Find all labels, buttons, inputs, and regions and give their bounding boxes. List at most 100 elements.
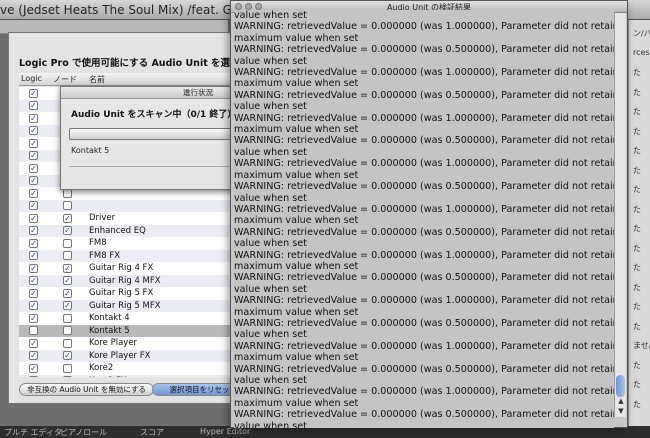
logic-checkbox[interactable]: ✓	[29, 301, 38, 310]
node-checkbox[interactable]	[63, 338, 72, 348]
log-line: WARNING: retrievedValue = 0.000000 (was …	[234, 135, 614, 147]
node-checkbox[interactable]: ✓	[63, 376, 72, 377]
log-line: WARNING: retrievedValue = 0.000000 (was …	[234, 386, 614, 398]
node-checkbox[interactable]: ✓	[63, 288, 72, 298]
log-line: WARNING: retrievedValue = 0.000000 (was …	[234, 21, 614, 33]
logic-checkbox[interactable]	[29, 326, 38, 335]
panel-fragment-label: た	[633, 243, 641, 253]
validation-log[interactable]: value when set WARNING: retrievedValue = …	[234, 10, 614, 428]
panel-fragment-label: た	[633, 302, 641, 311]
node-checkbox[interactable]	[63, 363, 72, 373]
log-line: value when set	[234, 146, 307, 158]
table-row[interactable]: ✓	[19, 199, 259, 212]
bottom-tab[interactable]: プルチ エディタ	[4, 427, 62, 438]
panel-fragment-label: た	[633, 107, 641, 116]
logic-checkbox[interactable]: ✓	[29, 88, 38, 98]
disable-incompatible-button[interactable]: 非互換の Audio Unit を無効にする	[19, 383, 154, 396]
panel-fragment-label: た	[633, 282, 641, 292]
node-checkbox[interactable]: ✓	[63, 301, 72, 310]
logic-checkbox[interactable]: ✓	[29, 288, 38, 298]
log-line: value when set	[234, 192, 307, 204]
logic-checkbox[interactable]: ✓	[29, 376, 38, 377]
table-row[interactable]: ✓ Kore Player	[19, 337, 259, 350]
node-checkbox[interactable]	[63, 251, 72, 260]
panel-fragment-label: ませ/	[633, 341, 650, 350]
table-row[interactable]: Kontakt 5	[19, 324, 259, 337]
node-checkbox[interactable]: ✓	[63, 226, 72, 235]
table-row[interactable]: ✓ ✓ Guitar Rig 5 FX	[19, 287, 259, 300]
column-name[interactable]: 名前	[89, 74, 105, 85]
logic-checkbox[interactable]: ✓	[29, 263, 38, 273]
bottom-tab[interactable]: スコア	[140, 427, 164, 438]
column-node[interactable]: ノード	[53, 74, 77, 85]
log-line: value when set	[234, 238, 307, 250]
table-row[interactable]: ✓ ✓ Guitar Rig 4 MFX	[19, 274, 259, 287]
node-checkbox[interactable]: ✓	[63, 351, 72, 360]
table-row[interactable]: ✓ ✓ Guitar Rig 5 MFX	[19, 299, 259, 312]
scroll-up-arrow-icon[interactable]: ▲	[616, 397, 626, 407]
log-line: WARNING: retrievedValue = 0.000000 (was …	[234, 249, 614, 261]
log-line: value when set	[234, 420, 307, 428]
logic-checkbox[interactable]: ✓	[29, 163, 38, 173]
scroll-down-arrow-icon[interactable]: ▼	[616, 407, 626, 417]
logic-checkbox[interactable]: ✓	[29, 151, 38, 160]
log-line: WARNING: retrievedValue = 0.000000 (was …	[234, 181, 614, 193]
logic-checkbox[interactable]: ✓	[29, 276, 38, 285]
logic-checkbox[interactable]: ✓	[29, 101, 38, 110]
bottom-tab[interactable]: Hyper Editor	[200, 427, 250, 436]
log-line: WARNING: retrievedValue = 0.000000 (was …	[234, 272, 614, 284]
table-row[interactable]: ✓ ✓ Guitar Rig 4 FX	[19, 262, 259, 275]
logic-checkbox[interactable]: ✓	[29, 351, 38, 360]
logic-checkbox[interactable]: ✓	[29, 188, 38, 198]
logic-checkbox[interactable]: ✓	[29, 251, 38, 260]
logic-checkbox[interactable]: ✓	[29, 213, 38, 223]
table-row[interactable]: ✓ Kontakt 4	[19, 312, 259, 325]
logic-checkbox[interactable]: ✓	[29, 138, 38, 148]
logic-checkbox[interactable]: ✓	[29, 113, 38, 123]
panel-fragment-label: た	[633, 146, 641, 155]
panel-fragment-label: た	[633, 263, 641, 272]
table-row[interactable]: ✓ ✓ Driver	[19, 212, 259, 225]
log-line: maximum value when set	[234, 78, 359, 90]
logic-checkbox[interactable]: ✓	[29, 238, 38, 248]
node-checkbox[interactable]: ✓	[63, 213, 72, 223]
node-checkbox[interactable]: ✓	[63, 263, 72, 273]
logic-checkbox[interactable]: ✓	[29, 176, 38, 185]
log-line: WARNING: retrievedValue = 0.000000 (was …	[234, 89, 614, 101]
node-checkbox[interactable]	[63, 238, 72, 248]
logic-checkbox[interactable]: ✓	[29, 313, 38, 323]
node-checkbox[interactable]	[63, 201, 72, 210]
panel-fragment-label: た	[633, 68, 641, 77]
node-checkbox[interactable]	[63, 313, 72, 323]
log-line: WARNING: retrievedValue = 0.000000 (was …	[234, 44, 614, 56]
logic-checkbox[interactable]: ✓	[29, 338, 38, 348]
table-row[interactable]: ✓ FM8 FX	[19, 249, 259, 262]
logic-checkbox[interactable]: ✓	[29, 201, 38, 210]
logic-window-title: ve (Jedset Heats The Soul Mix) /feat. Ge…	[0, 3, 263, 17]
node-checkbox[interactable]: ✓	[63, 276, 72, 285]
bottom-tab[interactable]: ピアノロール	[60, 427, 107, 438]
logic-checkbox[interactable]: ✓	[29, 126, 38, 135]
progress-status-label: Audio Unit をスキャン中（0/1 終了）	[71, 110, 237, 120]
table-row[interactable]: ✓ ✓ Enhanced EQ	[19, 224, 259, 237]
log-line: WARNING: retrievedValue = 0.000000 (was …	[234, 409, 614, 421]
column-logic[interactable]: Logic	[21, 74, 42, 83]
plugin-name: Guitar Rig 5 MFX	[89, 300, 161, 311]
scrollbar-thumb[interactable]	[616, 375, 625, 397]
panel-fragment-label: た	[633, 165, 641, 175]
logic-checkbox[interactable]: ✓	[29, 226, 38, 235]
table-row[interactable]: ✓ FM8	[19, 237, 259, 250]
table-row[interactable]: ✓ Kore2	[19, 362, 259, 375]
logic-checkbox[interactable]: ✓	[29, 363, 38, 373]
validation-scrollbar[interactable]: ▲ ▼	[614, 13, 626, 417]
node-checkbox[interactable]	[63, 326, 72, 335]
log-line: maximum value when set	[234, 306, 359, 318]
log-line: WARNING: retrievedValue = 0.000000 (was …	[234, 317, 614, 329]
plugin-name: FM8	[89, 238, 107, 248]
log-line: value when set	[234, 55, 307, 67]
table-row[interactable]: ✓ ✓ Kore2 FX	[19, 374, 259, 377]
plugin-name: Guitar Rig 5 FX	[89, 288, 154, 298]
log-line: WARNING: retrievedValue = 0.000000 (was …	[234, 340, 614, 352]
table-row[interactable]: ✓ ✓ Kore Player FX	[19, 349, 259, 362]
log-line: value when set	[234, 101, 307, 113]
